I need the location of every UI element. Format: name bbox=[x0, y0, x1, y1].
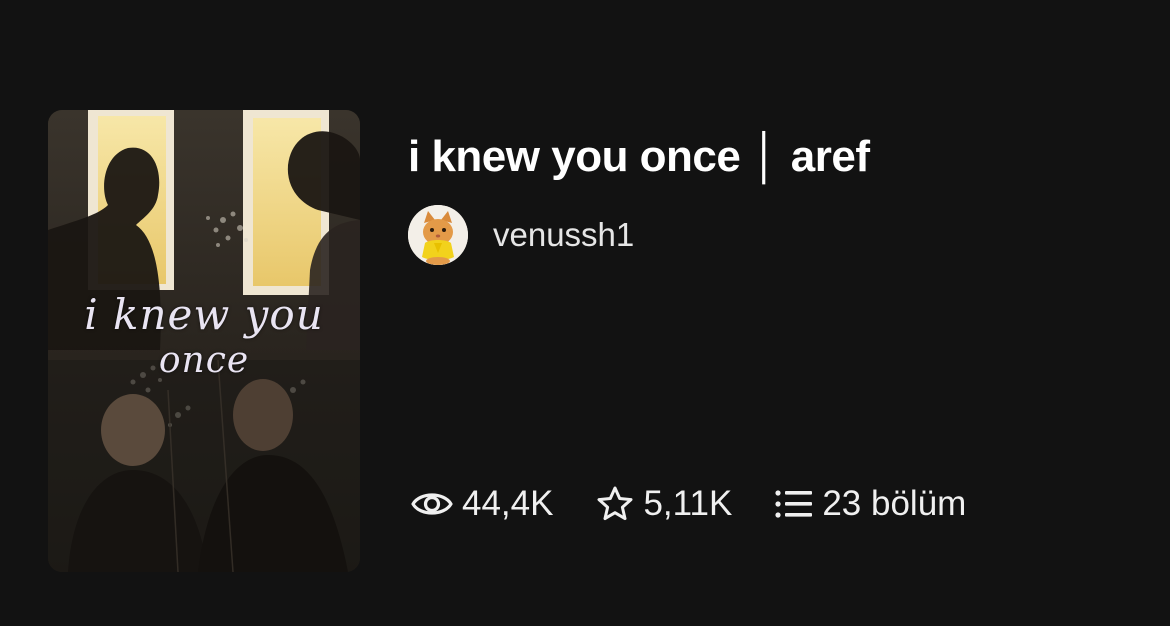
story-title[interactable]: i knew you once │ aref bbox=[408, 132, 870, 182]
star-icon bbox=[597, 486, 633, 521]
reads-stat: 44,4K bbox=[410, 484, 553, 524]
votes-stat: 5,11K bbox=[595, 484, 732, 524]
cat-avatar-icon bbox=[408, 205, 468, 265]
author-link[interactable]: venussh1 bbox=[408, 205, 634, 265]
parts-stat: 23 bölüm bbox=[774, 484, 966, 524]
author-username: venussh1 bbox=[493, 216, 635, 253]
parts-count: 23 bölüm bbox=[822, 484, 967, 523]
eye-icon bbox=[411, 493, 453, 515]
cover-title-line2: once bbox=[158, 340, 250, 381]
story-cover[interactable]: i knew you once bbox=[48, 110, 360, 572]
reads-count: 44,4K bbox=[462, 484, 554, 523]
story-stats: 44,4K 5,11K 23 bölüm bbox=[410, 484, 1008, 524]
cover-title: i knew you once bbox=[48, 292, 360, 384]
votes-count: 5,11K bbox=[643, 484, 733, 523]
list-icon bbox=[775, 490, 813, 518]
cover-title-line1: i knew you bbox=[84, 290, 324, 339]
